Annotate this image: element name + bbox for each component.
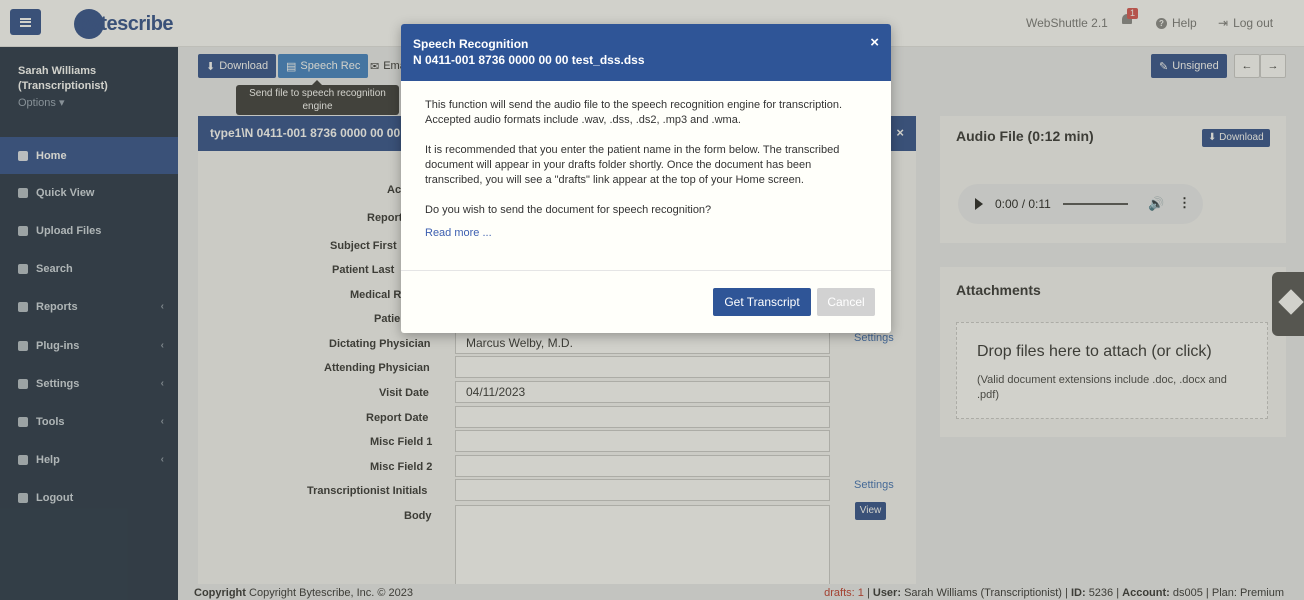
modal-title: Speech Recognition <box>413 37 529 51</box>
speech-recognition-modal: Speech Recognition N 0411-001 8736 0000 … <box>401 24 891 333</box>
modal-subtitle: N 0411-001 8736 0000 00 00 test_dss.dss <box>413 53 645 67</box>
modal-header: Speech Recognition N 0411-001 8736 0000 … <box>401 24 891 81</box>
modal-paragraph-3: Do you wish to send the document for spe… <box>425 204 712 216</box>
modal-paragraph-2: It is recommended that you enter the pat… <box>425 144 840 186</box>
read-more-link[interactable]: Read more ... <box>425 227 492 239</box>
get-transcript-button[interactable]: Get Transcript <box>713 288 811 316</box>
close-icon[interactable]: × <box>870 34 879 51</box>
cancel-button[interactable]: Cancel <box>817 288 875 316</box>
modal-paragraph-1: This function will send the audio file t… <box>425 99 843 126</box>
modal-body: This function will send the audio file t… <box>425 98 865 241</box>
modal-footer: Get Transcript Cancel <box>401 270 891 333</box>
